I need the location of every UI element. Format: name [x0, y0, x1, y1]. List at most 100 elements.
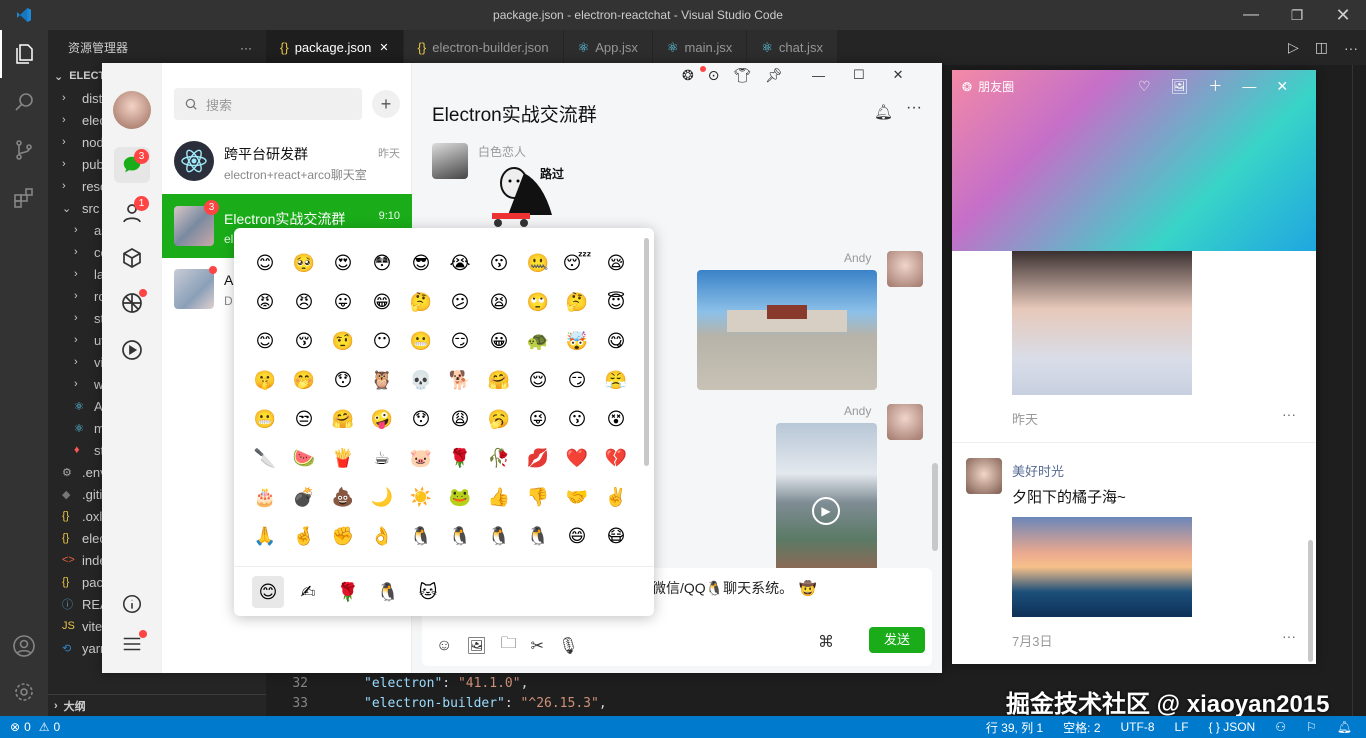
emoji-item[interactable]: 😷 [603, 523, 629, 549]
emoji-item[interactable]: 👌 [369, 523, 395, 549]
copilot-icon[interactable]: ⚇ [1275, 720, 1286, 734]
post-author[interactable]: 美好时光 [1012, 461, 1064, 480]
pin-toolbar-icon[interactable]: 📌︎ [765, 67, 783, 84]
minimize-button[interactable]: — [1228, 6, 1274, 24]
window-minimize-button[interactable]: — [812, 68, 825, 83]
emoji-item[interactable]: 🐕 [447, 367, 473, 393]
apps-icon[interactable]: ⌘ [818, 632, 834, 652]
emoji-tab[interactable]: 🌹 [332, 576, 364, 608]
nav-info-icon[interactable] [121, 593, 143, 615]
emoji-item[interactable]: 🤗 [330, 406, 356, 432]
emoji-item[interactable]: 🥱 [486, 406, 512, 432]
moment-photo[interactable] [1012, 251, 1192, 395]
emoji-item[interactable]: 🐢 [525, 328, 551, 354]
emoji-item[interactable]: 💩 [330, 484, 356, 510]
explorer-icon[interactable] [0, 30, 48, 78]
nav-box-icon[interactable] [120, 246, 144, 270]
emoji-item[interactable]: 🥺 [291, 250, 317, 276]
emoji-item[interactable]: 😯 [408, 406, 434, 432]
emoji-item[interactable]: ☀️ [408, 484, 434, 510]
emoji-item[interactable]: 🐧 [447, 523, 473, 549]
emoji-item[interactable]: 😀 [486, 328, 512, 354]
emoji-item[interactable]: 💀 [408, 367, 434, 393]
emoji-item[interactable]: 🍉 [291, 445, 317, 471]
notifications-bell-icon[interactable]: 🔔︎ [1337, 720, 1352, 734]
emoji-item[interactable]: 🐧 [408, 523, 434, 549]
emoji-item[interactable]: 🐸 [447, 484, 473, 510]
emoji-tab[interactable]: 😊 [252, 576, 284, 608]
emoji-item[interactable]: ☕ [369, 445, 395, 471]
post-more-icon[interactable]: ··· [1282, 406, 1296, 422]
post-more-icon[interactable]: ··· [1282, 628, 1296, 644]
emoji-item[interactable]: 💋 [525, 445, 551, 471]
moments-minimize-button[interactable]: — [1242, 78, 1256, 94]
message-image[interactable] [697, 270, 877, 390]
tab-electron-builder-json[interactable]: {} electron-builder.json [403, 30, 564, 65]
emoji-item[interactable]: 😇 [603, 289, 629, 315]
user-avatar[interactable] [113, 91, 151, 129]
skin-toolbar-icon[interactable]: 👕︎ [733, 67, 751, 84]
problems-indicator[interactable]: ⊗ 0 ⚠ 0 [0, 720, 60, 734]
search-icon[interactable] [0, 78, 48, 126]
emoji-item[interactable]: 🤗 [486, 367, 512, 393]
folder-button-icon[interactable]: 🗀 [501, 632, 517, 659]
emoji-item[interactable]: 🌹 [447, 445, 473, 471]
emoji-item[interactable]: 💣 [291, 484, 317, 510]
moments-close-button[interactable]: ✕ [1276, 78, 1288, 95]
emoji-item[interactable]: 😳 [369, 250, 395, 276]
emoji-item[interactable]: 👍 [486, 484, 512, 510]
avatar[interactable] [432, 143, 468, 179]
emoji-item[interactable]: 😬 [252, 406, 278, 432]
photo-icon[interactable]: 🖼︎ [1171, 78, 1189, 95]
outline-section[interactable]: › 大纲 [48, 694, 266, 716]
emoji-item[interactable]: 🐷 [408, 445, 434, 471]
emoji-item[interactable]: ✌️ [603, 484, 629, 510]
indentation[interactable]: 空格: 2 [1063, 719, 1100, 736]
split-editor-icon[interactable]: ◫ [1315, 39, 1328, 56]
emoji-item[interactable]: 🦉 [369, 367, 395, 393]
moments-toolbar-icon[interactable]: ❂ [682, 67, 694, 84]
composer-text[interactable]: 仿微信/QQ 🐧 聊天系统。 🤠 [638, 578, 817, 598]
video-toolbar-icon[interactable]: ⊙ [708, 67, 720, 84]
emoji-item[interactable]: 🥀 [486, 445, 512, 471]
emoji-item[interactable]: 🤪 [369, 406, 395, 432]
more-icon[interactable]: ··· [906, 99, 922, 117]
emoji-item[interactable]: 🍟 [330, 445, 356, 471]
emoji-item[interactable]: 😜 [525, 406, 551, 432]
emoji-item[interactable]: 🤭 [291, 367, 317, 393]
run-icon[interactable]: ▷ [1288, 39, 1299, 56]
add-button[interactable]: + [372, 90, 400, 118]
emoji-item[interactable]: 😡 [252, 289, 278, 315]
emoji-item[interactable]: 😬 [408, 328, 434, 354]
bell-icon[interactable]: 🔔︎ [874, 103, 893, 121]
emoji-item[interactable]: 🤔 [408, 289, 434, 315]
restore-button[interactable]: ❐ [1274, 7, 1320, 24]
avatar[interactable] [887, 251, 923, 287]
tab-main-jsx[interactable]: ⚛ main.jsx [652, 30, 748, 65]
moments-scrollbar[interactable] [1308, 540, 1313, 662]
emoji-item[interactable]: 😠 [291, 289, 317, 315]
emoji-item[interactable]: 🤐 [525, 250, 551, 276]
scissors-button-icon[interactable]: ✂ [531, 636, 544, 656]
emoji-item[interactable]: 😋 [603, 328, 629, 354]
microphone-button-icon[interactable]: 🎙︎ [558, 636, 578, 656]
emoji-item[interactable]: 😫 [486, 289, 512, 315]
emoji-item[interactable]: 😴 [563, 250, 592, 276]
emoji-item[interactable]: 🎂 [252, 484, 278, 510]
emoji-tab[interactable]: 🐱 [412, 576, 444, 608]
emoji-item[interactable]: 🐧 [486, 523, 512, 549]
emoji-item[interactable]: 😪 [603, 250, 629, 276]
extensions-icon[interactable] [0, 174, 48, 222]
conversation-item[interactable]: 跨平台研发群 昨天 electron+react+arco聊天室 [162, 131, 412, 193]
tab-App-jsx[interactable]: ⚛ App.jsx [563, 30, 653, 65]
message-video[interactable]: ▶ [776, 423, 877, 568]
emoji-item[interactable]: 😚 [291, 328, 317, 354]
image-button-icon[interactable]: 🖼︎ [466, 636, 486, 656]
emoji-item[interactable]: 🤞 [291, 523, 317, 549]
emoji-item[interactable]: 🤫 [252, 367, 278, 393]
window-close-button[interactable]: ✕ [893, 67, 904, 83]
emoji-item[interactable]: 😯 [330, 367, 356, 393]
play-icon[interactable]: ▶ [812, 497, 840, 525]
emoji-item[interactable]: 😗 [486, 250, 512, 276]
emoji-item[interactable]: 😏 [564, 367, 590, 393]
